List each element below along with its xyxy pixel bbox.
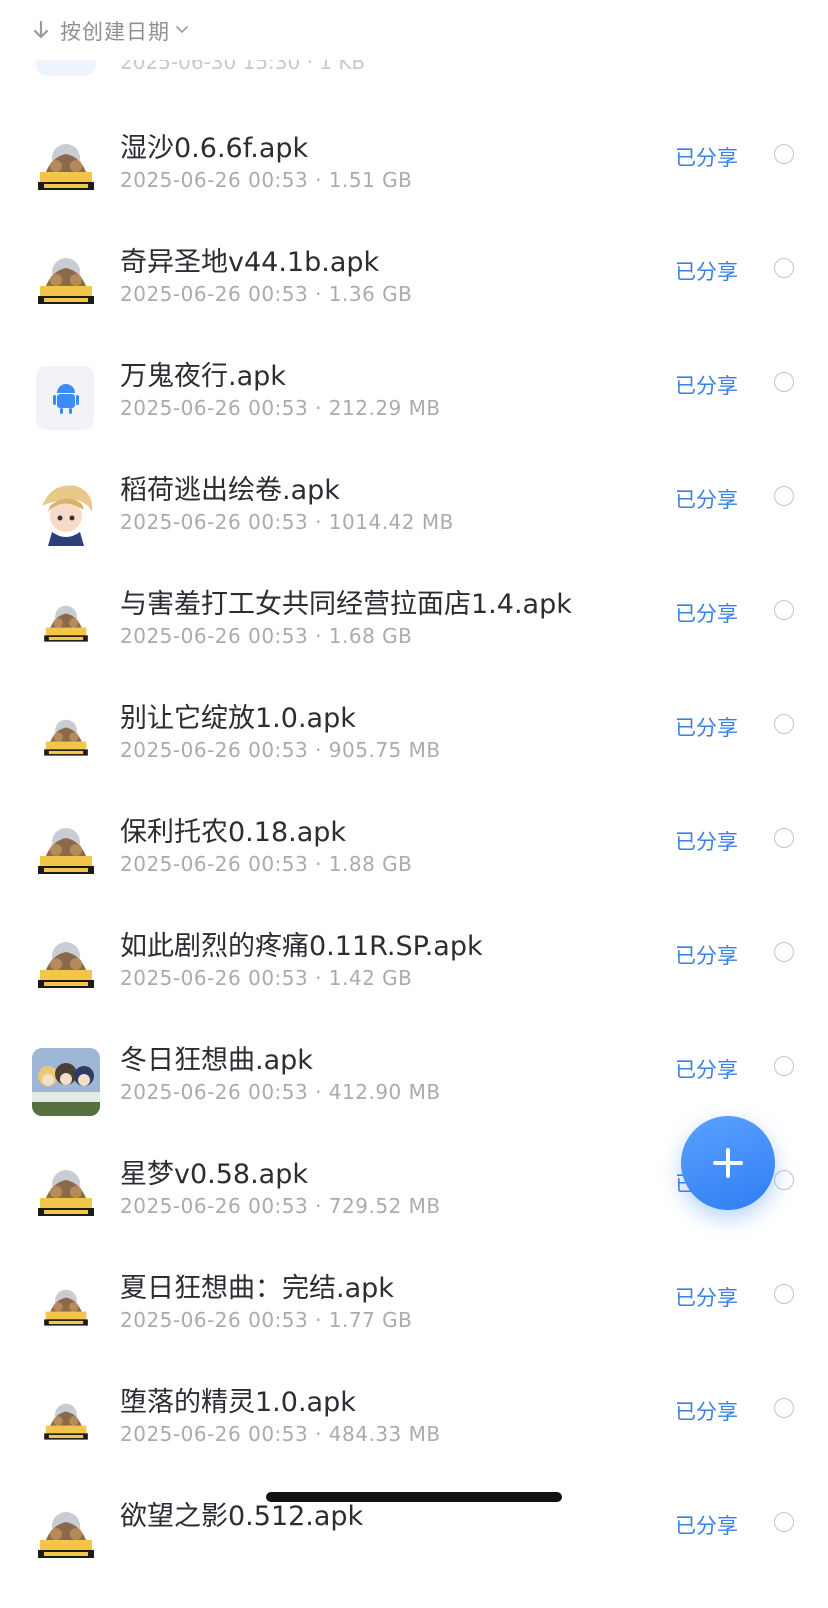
home-indicator[interactable]	[266, 1492, 562, 1502]
sort-label[interactable]: 按创建日期	[60, 16, 170, 46]
select-checkbox[interactable]	[774, 372, 794, 392]
file-meta: 2025-06-26 00:53 · 1014.42 MB	[120, 510, 454, 534]
arrow-down-icon	[33, 20, 49, 39]
select-checkbox[interactable]	[774, 1284, 794, 1304]
file-name: 别让它绽放1.0.apk	[120, 703, 356, 734]
file-name: 奇异圣地v44.1b.apk	[120, 247, 380, 278]
file-thumbnail	[32, 136, 100, 204]
select-checkbox[interactable]	[774, 1398, 794, 1418]
sort-bar[interactable]: 按创建日期	[0, 0, 828, 60]
shared-status[interactable]: 已分享	[675, 598, 738, 628]
file-name: 稻荷逃出绘卷.apk	[120, 475, 340, 506]
select-checkbox[interactable]	[774, 1512, 794, 1532]
file-name: 如此剧烈的疼痛0.11R.SP.apk	[120, 931, 483, 962]
select-checkbox[interactable]	[774, 258, 794, 278]
file-meta: 2025-06-26 00:53 · 212.29 MB	[120, 396, 441, 420]
file-meta: 2025-06-26 00:53 · 905.75 MB	[120, 738, 441, 762]
game-logo-icon	[32, 706, 100, 774]
file-thumbnail	[32, 1048, 100, 1116]
android-icon	[36, 366, 94, 430]
file-row[interactable]: 万鬼夜行.apk 2025-06-26 00:53 · 212.29 MB 已分享	[0, 354, 828, 468]
file-thumbnail	[32, 1162, 100, 1230]
shared-status[interactable]: 已分享	[675, 1054, 738, 1084]
shared-status[interactable]: 已分享	[675, 1282, 738, 1312]
game-logo-icon	[32, 250, 100, 318]
file-meta: 2025-06-26 00:53 · 484.33 MB	[120, 1422, 441, 1446]
file-row[interactable]: 与害羞打工女共同经营拉面店1.4.apk 2025-06-26 00:53 · 1…	[0, 582, 828, 696]
file-name: 星梦v0.58.apk	[120, 1159, 308, 1190]
shared-status[interactable]: 已分享	[675, 826, 738, 856]
game-logo-icon	[32, 592, 100, 660]
file-thumbnail	[32, 820, 100, 888]
shared-status[interactable]: 已分享	[675, 256, 738, 286]
game-logo-icon	[32, 820, 100, 888]
game-logo-icon	[32, 1390, 100, 1458]
game-logo-icon	[32, 934, 100, 1002]
game-logo-icon	[32, 1162, 100, 1230]
file-thumbnail	[32, 1276, 100, 1344]
shared-status[interactable]: 已分享	[675, 142, 738, 172]
file-thumbnail	[32, 1390, 100, 1458]
game-logo-icon	[32, 1276, 100, 1344]
file-name: 保利托农0.18.apk	[120, 817, 347, 848]
file-row[interactable]: 如此剧烈的疼痛0.11R.SP.apk 2025-06-26 00:53 · 1.…	[0, 924, 828, 1038]
select-checkbox[interactable]	[774, 486, 794, 506]
anime-character-icon	[32, 478, 100, 546]
select-checkbox[interactable]	[774, 1056, 794, 1076]
add-button[interactable]	[681, 1116, 775, 1210]
select-checkbox[interactable]	[774, 942, 794, 962]
file-name: 夏日狂想曲：完结.apk	[120, 1273, 394, 1304]
chevron-down-icon[interactable]	[176, 26, 188, 34]
file-name: 湿沙0.6.6f.apk	[120, 133, 309, 164]
file-meta: 2025-06-26 00:53 · 1.88 GB	[120, 852, 413, 876]
game-logo-icon	[32, 1504, 100, 1572]
file-row[interactable]: 保利托农0.18.apk 2025-06-26 00:53 · 1.88 GB 已分…	[0, 810, 828, 924]
file-meta: 2025-06-26 00:53 · 1.51 GB	[120, 168, 413, 192]
file-meta: 2025-06-26 00:53 · 1.36 GB	[120, 282, 413, 306]
file-name: 堕落的精灵1.0.apk	[120, 1387, 356, 1418]
select-checkbox[interactable]	[774, 714, 794, 734]
file-meta: 2025-06-26 00:53 · 1.42 GB	[120, 966, 413, 990]
file-meta: 2025-06-26 00:53 · 1.77 GB	[120, 1308, 413, 1332]
file-row[interactable]: 湿沙0.6.6f.apk 2025-06-26 00:53 · 1.51 GB 已分…	[0, 126, 828, 240]
file-thumbnail	[32, 250, 100, 318]
shared-status[interactable]: 已分享	[675, 1396, 738, 1426]
shared-status[interactable]: 已分享	[675, 1510, 738, 1540]
file-name: 冬日狂想曲.apk	[120, 1045, 313, 1076]
select-checkbox[interactable]	[774, 600, 794, 620]
file-row[interactable]: 欲望之影0.512.apk 已分享	[0, 1494, 828, 1608]
file-name: 万鬼夜行.apk	[120, 361, 286, 392]
shared-status[interactable]: 已分享	[675, 940, 738, 970]
file-name: 与害羞打工女共同经营拉面店1.4.apk	[120, 589, 572, 620]
file-row[interactable]: 奇异圣地v44.1b.apk 2025-06-26 00:53 · 1.36 GB…	[0, 240, 828, 354]
game-logo-icon	[32, 136, 100, 204]
file-row[interactable]: 别让它绽放1.0.apk 2025-06-26 00:53 · 905.75 MB…	[0, 696, 828, 810]
select-checkbox[interactable]	[774, 144, 794, 164]
file-meta: 2025-06-26 00:53 · 729.52 MB	[120, 1194, 441, 1218]
file-thumbnail	[32, 934, 100, 1002]
file-row[interactable]: 稻荷逃出绘卷.apk 2025-06-26 00:53 · 1014.42 MB 已…	[0, 468, 828, 582]
file-thumbnail	[32, 1504, 100, 1572]
file-thumbnail	[32, 478, 100, 546]
file-row[interactable]: 堕落的精灵1.0.apk 2025-06-26 00:53 · 484.33 MB…	[0, 1380, 828, 1494]
file-thumbnail	[32, 592, 100, 660]
shared-status[interactable]: 已分享	[675, 370, 738, 400]
select-checkbox[interactable]	[774, 828, 794, 848]
file-row[interactable]: 夏日狂想曲：完结.apk 2025-06-26 00:53 · 1.77 GB 已分…	[0, 1266, 828, 1380]
shared-status[interactable]: 已分享	[675, 484, 738, 514]
shared-status[interactable]: 已分享	[675, 712, 738, 742]
file-meta: 2025-06-26 00:53 · 1.68 GB	[120, 624, 413, 648]
file-thumbnail	[32, 706, 100, 774]
file-meta: 2025-06-26 00:53 · 412.90 MB	[120, 1080, 441, 1104]
file-thumbnail	[32, 364, 100, 432]
select-checkbox[interactable]	[774, 1170, 794, 1190]
anime-group-icon	[32, 1048, 100, 1116]
plus-icon	[713, 1148, 743, 1178]
